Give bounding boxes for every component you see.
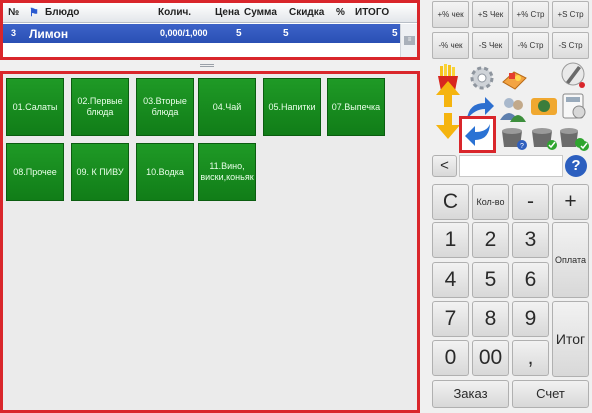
table-row[interactable]: 3 Лимон 0,000/1,000 5 5 5 bbox=[3, 24, 400, 43]
order-button[interactable]: Заказ bbox=[432, 380, 509, 408]
quantity-button[interactable]: Кол-во bbox=[472, 184, 509, 220]
discount-sum-line-plus-button[interactable]: +S Стр bbox=[552, 1, 589, 28]
row-dish: Лимон bbox=[29, 27, 69, 41]
row-no: 3 bbox=[11, 28, 17, 38]
digit-6-button[interactable]: 6 bbox=[512, 262, 549, 298]
category-first-courses[interactable]: 02.Первые блюда bbox=[71, 78, 129, 136]
comma-button[interactable]: , bbox=[512, 340, 549, 376]
calculator-icon[interactable] bbox=[557, 90, 591, 122]
scrollbar-thumb[interactable]: ≡ bbox=[404, 36, 415, 45]
order-table-header: № ⚑ Блюдо Колич. Цена Сумма Скидка % ИТО… bbox=[3, 3, 417, 23]
return-button[interactable] bbox=[459, 116, 496, 153]
svg-text:?: ? bbox=[520, 143, 524, 150]
col-header-total: ИТОГО bbox=[355, 7, 390, 18]
discount-percent-line-minus-button[interactable]: -% Стр bbox=[512, 32, 549, 59]
order-scrollbar[interactable]: ≡ bbox=[400, 24, 417, 57]
minus-button[interactable]: - bbox=[512, 184, 549, 220]
col-header-qty: Колич. bbox=[158, 7, 192, 18]
digit-8-button[interactable]: 8 bbox=[472, 301, 509, 337]
col-header-dish: Блюдо bbox=[45, 7, 80, 18]
category-drinks[interactable]: 05.Напитки bbox=[263, 78, 321, 136]
clear-button[interactable]: C bbox=[432, 184, 469, 220]
digit-9-button[interactable]: 9 bbox=[512, 301, 549, 337]
category-tea[interactable]: 04.Чай bbox=[198, 78, 256, 136]
digit-0-button[interactable]: 0 bbox=[432, 340, 469, 376]
flag-icon: ⚑ bbox=[29, 7, 39, 19]
discount-sum-check-minus-button[interactable]: -S Чек bbox=[472, 32, 509, 59]
category-bakery[interactable]: 07.Выпечка bbox=[327, 78, 385, 136]
gear-icon[interactable] bbox=[465, 62, 499, 94]
search-input[interactable] bbox=[459, 155, 563, 177]
total-button[interactable]: Итог bbox=[552, 301, 589, 377]
help-icon[interactable]: ? bbox=[565, 155, 587, 177]
bill-button[interactable]: Счет bbox=[512, 380, 589, 408]
camera-icon[interactable] bbox=[527, 88, 561, 120]
col-header-price: Цена bbox=[215, 7, 240, 18]
cup-help-icon[interactable]: ? bbox=[497, 121, 531, 153]
double-zero-button[interactable]: 00 bbox=[472, 340, 509, 376]
category-second-courses[interactable]: 03.Вторые блюда bbox=[136, 78, 194, 136]
digit-3-button[interactable]: 3 bbox=[512, 222, 549, 258]
users-icon[interactable] bbox=[496, 92, 530, 124]
back-arrow-icon bbox=[464, 123, 490, 146]
discount-percent-line-plus-button[interactable]: +% Стр bbox=[512, 1, 549, 28]
digit-7-button[interactable]: 7 bbox=[432, 301, 469, 337]
digit-5-button[interactable]: 5 bbox=[472, 262, 509, 298]
digit-4-button[interactable]: 4 bbox=[432, 262, 469, 298]
category-wine-whisky-cognac[interactable]: 11.Вино, виски,коньяк bbox=[198, 143, 256, 201]
tray-icon[interactable] bbox=[497, 62, 531, 94]
cup-check-icon[interactable] bbox=[527, 121, 561, 153]
row-sum: 5 bbox=[283, 28, 289, 39]
discount-sum-check-plus-button[interactable]: +S Чек bbox=[472, 1, 509, 28]
row-qty: 0,000/1,000 bbox=[160, 28, 208, 38]
col-header-percent: % bbox=[336, 7, 345, 18]
panel-splitter[interactable] bbox=[200, 64, 214, 67]
pay-button[interactable]: Оплата bbox=[552, 222, 589, 298]
row-price: 5 bbox=[236, 28, 242, 39]
pen-icon[interactable] bbox=[556, 58, 590, 90]
discount-percent-check-minus-button[interactable]: -% чек bbox=[432, 32, 469, 59]
order-table: № ⚑ Блюдо Колич. Цена Сумма Скидка % ИТО… bbox=[0, 0, 420, 60]
col-header-no: № bbox=[8, 7, 20, 18]
category-vodka[interactable]: 10.Водка bbox=[136, 143, 194, 201]
discount-sum-line-minus-button[interactable]: -S Стр bbox=[552, 32, 589, 59]
row-total: 5 bbox=[392, 28, 398, 39]
plus-button[interactable]: + bbox=[552, 184, 589, 220]
back-button[interactable]: < bbox=[432, 155, 457, 177]
category-other[interactable]: 08.Прочее bbox=[6, 143, 64, 201]
col-header-discount: Скидка bbox=[289, 7, 325, 18]
category-beer-snacks[interactable]: 09. К ПИВУ bbox=[71, 143, 129, 201]
digit-2-button[interactable]: 2 bbox=[472, 222, 509, 258]
col-header-sum: Сумма bbox=[244, 7, 277, 18]
cup-check-all-icon[interactable] bbox=[557, 121, 591, 153]
discount-percent-check-plus-button[interactable]: +% чек bbox=[432, 1, 469, 28]
menu-categories-panel: 01.Салаты 02.Первые блюда 03.Вторые блюд… bbox=[0, 71, 420, 413]
category-salads[interactable]: 01.Салаты bbox=[6, 78, 64, 136]
digit-1-button[interactable]: 1 bbox=[432, 222, 469, 258]
